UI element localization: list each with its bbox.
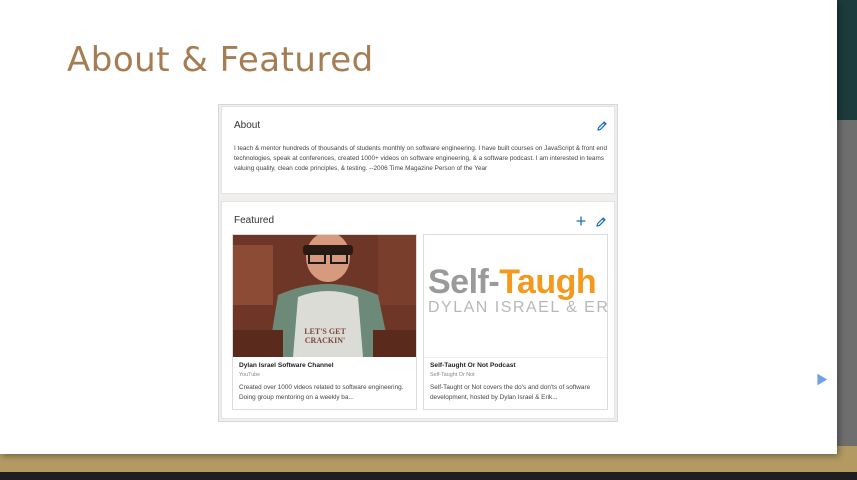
featured-item-youtube[interactable]: LET'S GET CRACKIN' Dylan Israel Software…: [232, 234, 417, 410]
shirt-text-line-2: CRACKIN': [304, 336, 346, 345]
featured-item-source: Self-Taught Or Not: [430, 372, 475, 378]
pointer-cursor-icon: [816, 372, 830, 388]
featured-item-source: YouTube: [239, 372, 261, 378]
plus-icon[interactable]: [575, 215, 587, 227]
featured-card: Featured LET'S GET CRACKIN' Dylan Israel…: [221, 201, 615, 419]
slide-title: About & Featured: [67, 40, 374, 80]
pencil-icon[interactable]: [596, 119, 608, 131]
about-text: I teach & mentor hundreds of thousands o…: [234, 145, 608, 172]
podcast-logo-text: Self-Taugh: [428, 263, 597, 301]
profile-screenshot: About I teach & mentor hundreds of thous…: [218, 104, 618, 422]
about-card: About I teach & mentor hundreds of thous…: [221, 106, 615, 194]
about-heading: About: [234, 120, 261, 131]
slide: About & Featured About I teach & mentor …: [0, 0, 837, 454]
presentation-stage: About & Featured About I teach & mentor …: [0, 0, 857, 480]
featured-item-description: Self-Taught or Not covers the do's and d…: [430, 384, 591, 401]
podcast-logo-subtitle: DYLAN ISRAEL & ER: [428, 299, 607, 316]
featured-heading: Featured: [234, 215, 275, 226]
channel-thumbnail-photo: LET'S GET CRACKIN': [233, 235, 416, 357]
featured-item-description: Created over 1000 videos related to soft…: [239, 384, 404, 401]
shirt-text-line-1: LET'S GET: [304, 327, 346, 336]
dark-bottom-strip: [0, 472, 857, 480]
podcast-logo-thumbnail: Self-Taugh DYLAN ISRAEL & ER: [424, 235, 607, 358]
featured-item-title: Self-Taught Or Not Podcast: [430, 362, 516, 369]
pencil-icon[interactable]: [595, 215, 607, 227]
featured-item-podcast[interactable]: Self-Taugh DYLAN ISRAEL & ER Self-Taught…: [423, 234, 608, 410]
featured-item-title: Dylan Israel Software Channel: [239, 362, 334, 369]
